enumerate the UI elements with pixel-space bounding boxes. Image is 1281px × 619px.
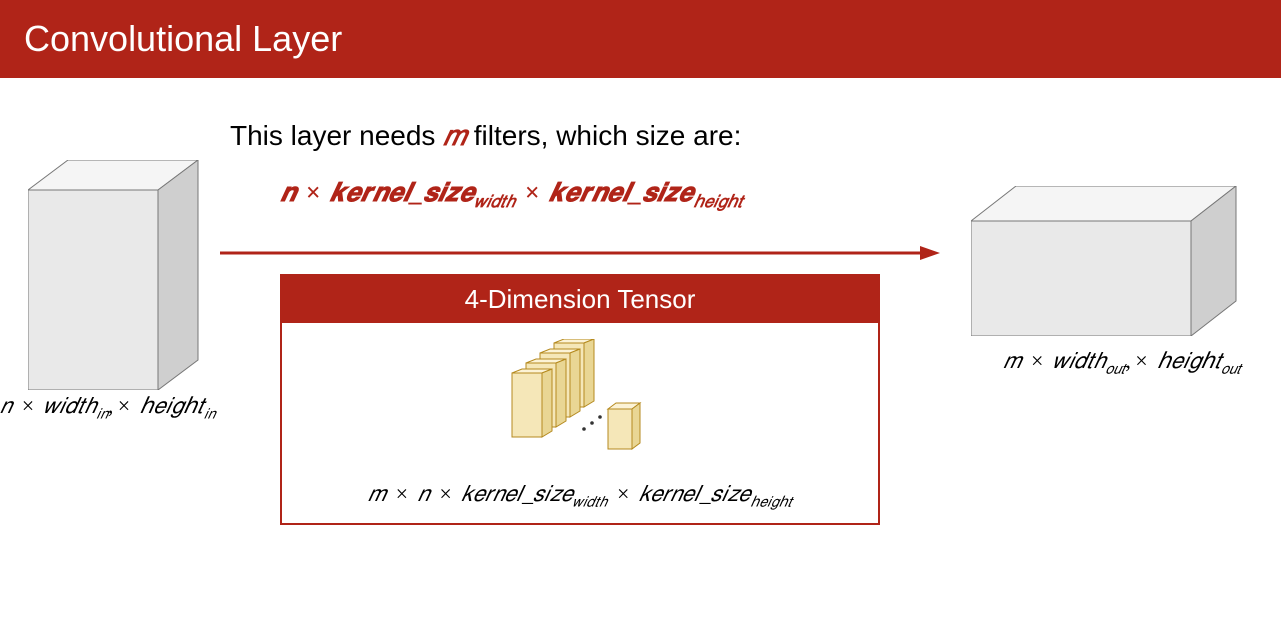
output-size-formula: 𝑚 × 𝑤𝑖𝑑𝑡ℎ𝑜𝑢𝑡,× ℎ𝑒𝑖𝑔ℎ𝑡𝑜𝑢𝑡 bbox=[1003, 348, 1241, 378]
slide-title-text: Convolutional Layer bbox=[24, 18, 342, 59]
tensor-card-title: 4-Dimension Tensor bbox=[282, 276, 878, 323]
output-tensor-icon bbox=[971, 186, 1241, 336]
filters-caption: This layer needs 𝑚 filters, which size a… bbox=[230, 120, 741, 153]
tensor-card: 4-Dimension Tensor bbox=[280, 274, 880, 525]
input-size-formula: 𝑛 × 𝑤𝑖𝑑𝑡ℎ𝑖𝑛,× ℎ𝑒𝑖𝑔ℎ𝑡𝑖𝑛 bbox=[0, 393, 215, 423]
filter-stack-icon bbox=[480, 339, 680, 469]
caption-m-variable: 𝑚 bbox=[443, 120, 466, 151]
caption-text-after: filters, which size are: bbox=[466, 120, 741, 151]
slide-title: Convolutional Layer bbox=[0, 0, 1281, 78]
filter-size-formula: 𝒏 × 𝒌𝒆𝒓𝒏𝒆𝒍_𝒔𝒊𝒛𝒆𝑤𝑖𝑑𝑡ℎ × 𝒌𝒆𝒓𝒏𝒆𝒍_𝒔𝒊𝒛𝒆ℎ𝑒𝑖𝑔ℎ𝑡 bbox=[280, 178, 743, 212]
slide-content: This layer needs 𝑚 filters, which size a… bbox=[0, 78, 1281, 619]
caption-text-before: This layer needs bbox=[230, 120, 443, 151]
input-tensor-icon bbox=[28, 160, 208, 390]
tensor-shape-formula: 𝑚 × 𝑛 × 𝑘𝑒𝑟𝑛𝑒𝑙_𝑠𝑖𝑧𝑒𝑤𝑖𝑑𝑡ℎ × 𝑘𝑒𝑟𝑛𝑒𝑙_𝑠𝑖𝑧𝑒ℎ𝑒… bbox=[294, 481, 866, 511]
tensor-card-body: 𝑚 × 𝑛 × 𝑘𝑒𝑟𝑛𝑒𝑙_𝑠𝑖𝑧𝑒𝑤𝑖𝑑𝑡ℎ × 𝑘𝑒𝑟𝑛𝑒𝑙_𝑠𝑖𝑧𝑒ℎ𝑒… bbox=[282, 323, 878, 523]
arrow-icon bbox=[220, 243, 940, 263]
